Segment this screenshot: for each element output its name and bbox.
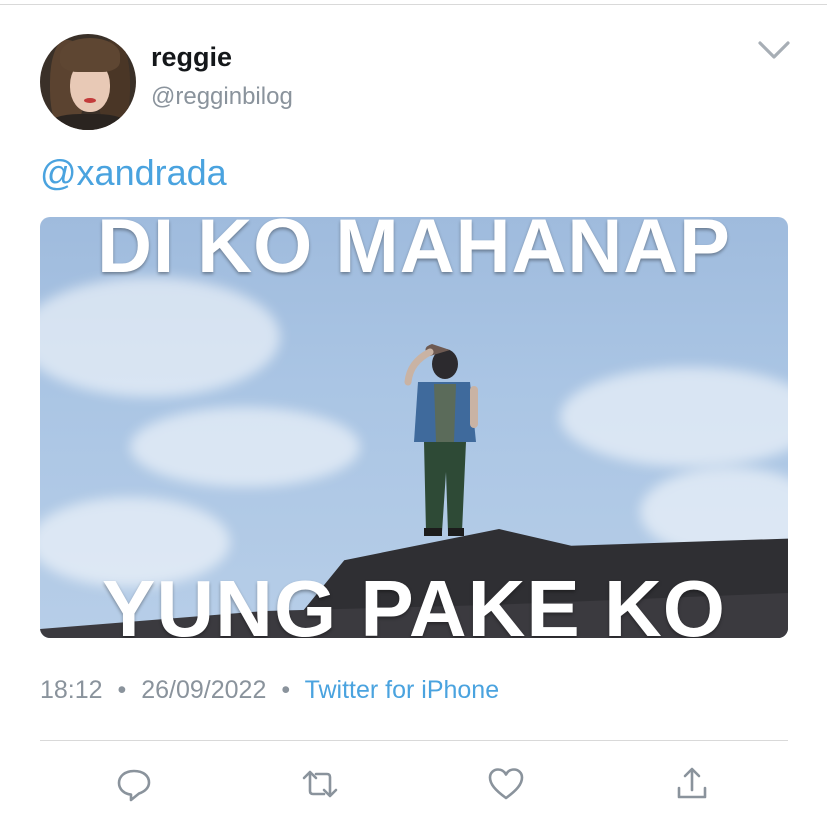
top-divider (0, 4, 827, 5)
meta-separator: • (117, 676, 127, 704)
reply-icon[interactable] (114, 764, 154, 804)
chevron-down-icon[interactable] (757, 38, 791, 62)
person-figure (404, 344, 478, 536)
avatar[interactable] (40, 34, 136, 130)
meme-top-text: DI KO MAHANAP (97, 217, 731, 289)
share-icon[interactable] (672, 764, 712, 804)
meme-bottom-text: YUNG PAKE KO (102, 564, 726, 638)
tweet-time: 18:12 (40, 676, 103, 704)
author-handle[interactable]: @regginbilog (151, 83, 293, 111)
heart-icon[interactable] (486, 764, 526, 804)
source-link[interactable]: Twitter for iPhone (305, 676, 500, 704)
tweet-image[interactable]: DI KO MAHANAP YUNG PAKE KO (40, 217, 788, 638)
meta-separator: • (281, 676, 291, 704)
mention-link[interactable]: @xandrada (40, 152, 227, 194)
author-name[interactable]: reggie (151, 42, 232, 73)
tweet-meta: 18:12 • 26/09/2022 • Twitter for iPhone (40, 676, 499, 705)
retweet-icon[interactable] (300, 764, 340, 804)
tweet-date: 26/09/2022 (141, 676, 267, 704)
actions-divider (40, 740, 788, 741)
